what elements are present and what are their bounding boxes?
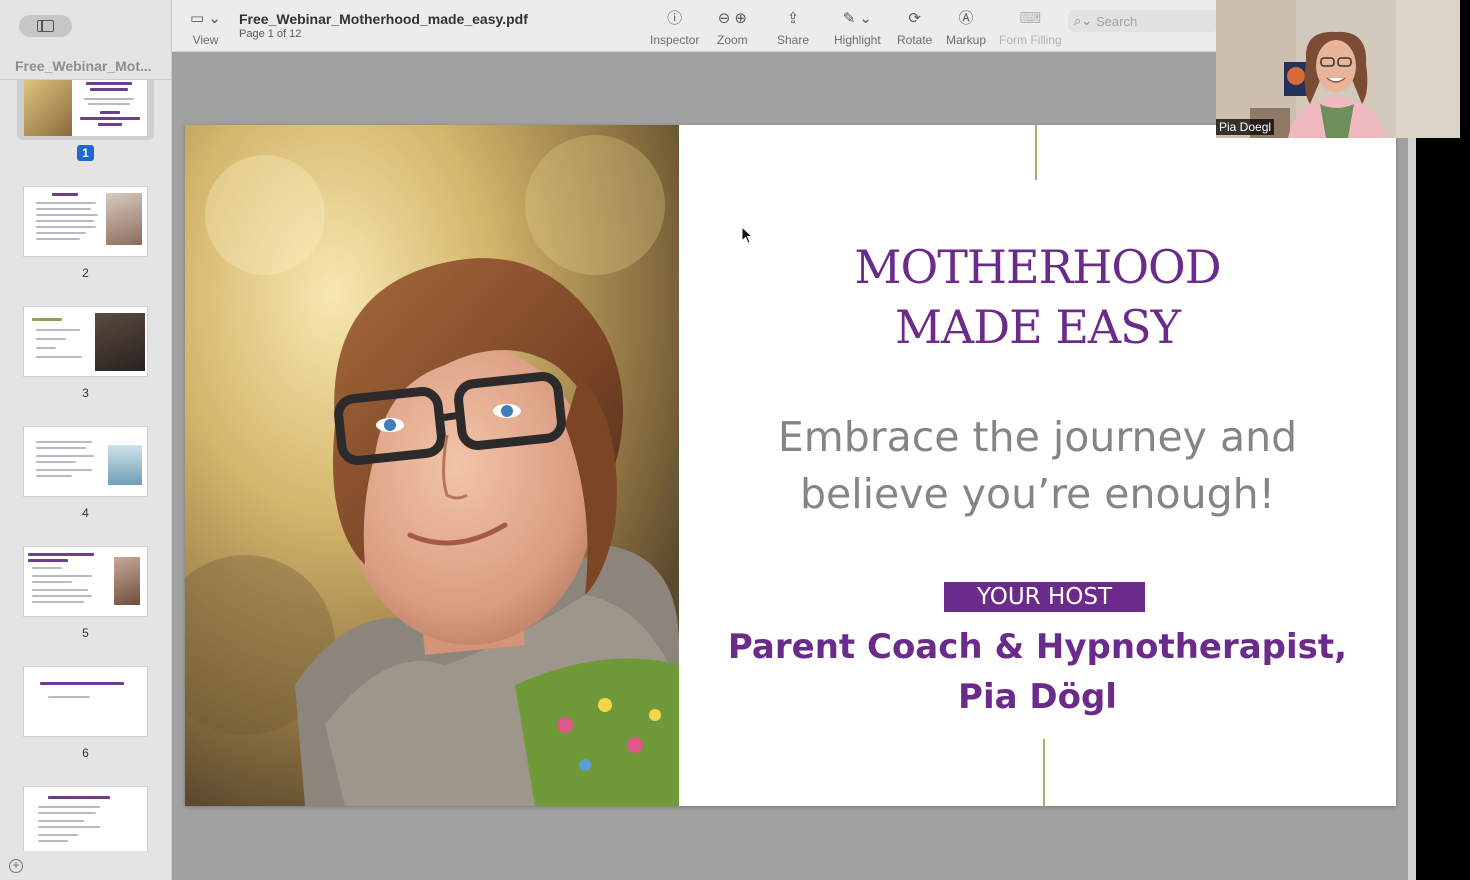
preview-window: Free_Webinar_Mot... 1 2 3 4 5 6 + ▭ ⌄ Vi…: [0, 0, 1416, 880]
pdf-page[interactable]: MOTHERHOOD MADE EASY Embrace the journey…: [185, 125, 1396, 806]
scrollbar-track[interactable]: [1408, 138, 1416, 880]
add-page-button[interactable]: +: [9, 859, 23, 873]
page-number-5[interactable]: 5: [0, 626, 171, 640]
page-number-3[interactable]: 3: [0, 386, 171, 400]
form-filling-button[interactable]: ⌨ Form Filling: [999, 8, 1062, 47]
rotate-button[interactable]: ⟳ Rotate: [897, 8, 932, 47]
sidebar-icon: [37, 20, 54, 32]
page-thumbnail-5[interactable]: [24, 547, 147, 616]
info-icon: ⓘ: [667, 10, 683, 27]
slide-text-area: MOTHERHOOD MADE EASY Embrace the journey…: [679, 125, 1396, 806]
sidebar-view-icon: ▭ ⌄: [190, 10, 221, 27]
page-thumbnail-2[interactable]: [24, 187, 147, 256]
page-thumbnail-4[interactable]: [24, 427, 147, 496]
participant-video-feed: [1216, 0, 1460, 138]
thumbnail-list[interactable]: 1 2 3 4 5 6: [0, 80, 171, 851]
share-button[interactable]: ⇪ Share: [777, 8, 809, 47]
slide-title: MOTHERHOOD MADE EASY: [854, 240, 1221, 354]
sidebar-document-title: Free_Webinar_Mot...: [15, 58, 152, 74]
view-menu-button[interactable]: ▭ ⌄ View: [190, 8, 221, 47]
page-thumbnail-1[interactable]: [24, 80, 147, 136]
share-icon: ⇪: [786, 10, 800, 27]
mouse-pointer-icon: [741, 226, 753, 244]
inspector-button[interactable]: ⓘ Inspector: [650, 8, 699, 47]
slide-tagline: Embrace the journey and believe you’re e…: [777, 413, 1298, 518]
page-indicator: Page 1 of 12: [239, 28, 302, 40]
top-accent-line: [1035, 125, 1037, 180]
highlight-button[interactable]: ✎ ⌄ Highlight: [834, 8, 881, 47]
participant-name-label: Pia Doegl: [1216, 119, 1275, 135]
bottom-accent-line: [1043, 739, 1045, 806]
zoom-icons: ⊖ ⊕: [717, 10, 747, 27]
page-number-2[interactable]: 2: [0, 266, 171, 280]
page-thumbnail-3[interactable]: [24, 307, 147, 376]
host-badge: YOUR HOST: [944, 582, 1145, 612]
page-thumbnail-7[interactable]: [24, 787, 147, 851]
host-photo: [185, 125, 679, 806]
participant-video[interactable]: Pia Doegl: [1216, 0, 1460, 138]
page-number-4[interactable]: 4: [0, 506, 171, 520]
document-title: Free_Webinar_Motherhood_made_easy.pdf: [239, 11, 528, 27]
search-icon: ⌕⌄: [1074, 13, 1093, 28]
markup-button[interactable]: Ⓐ Markup: [946, 8, 986, 47]
page-number-6[interactable]: 6: [0, 746, 171, 760]
sidebar-toggle-button[interactable]: [19, 15, 72, 37]
zoom-buttons[interactable]: ⊖ ⊕ Zoom: [717, 8, 748, 47]
portrait-illustration: [185, 125, 679, 806]
rotate-icon: ⟳: [908, 10, 921, 27]
thumbnail-sidebar: Free_Webinar_Mot... 1 2 3 4 5 6 +: [0, 0, 172, 880]
search-input[interactable]: [1096, 13, 1206, 29]
markup-icon: Ⓐ: [958, 10, 974, 27]
highlighter-icon: ✎ ⌄: [842, 10, 872, 27]
search-field[interactable]: ⌕⌄: [1068, 10, 1218, 32]
host-credentials: Parent Coach & Hypnotherapist, Pia Dögl: [727, 627, 1348, 717]
page-number-1[interactable]: 1: [0, 145, 171, 161]
form-icon: ⌨: [1019, 10, 1042, 27]
page-thumbnail-6[interactable]: [24, 667, 147, 736]
